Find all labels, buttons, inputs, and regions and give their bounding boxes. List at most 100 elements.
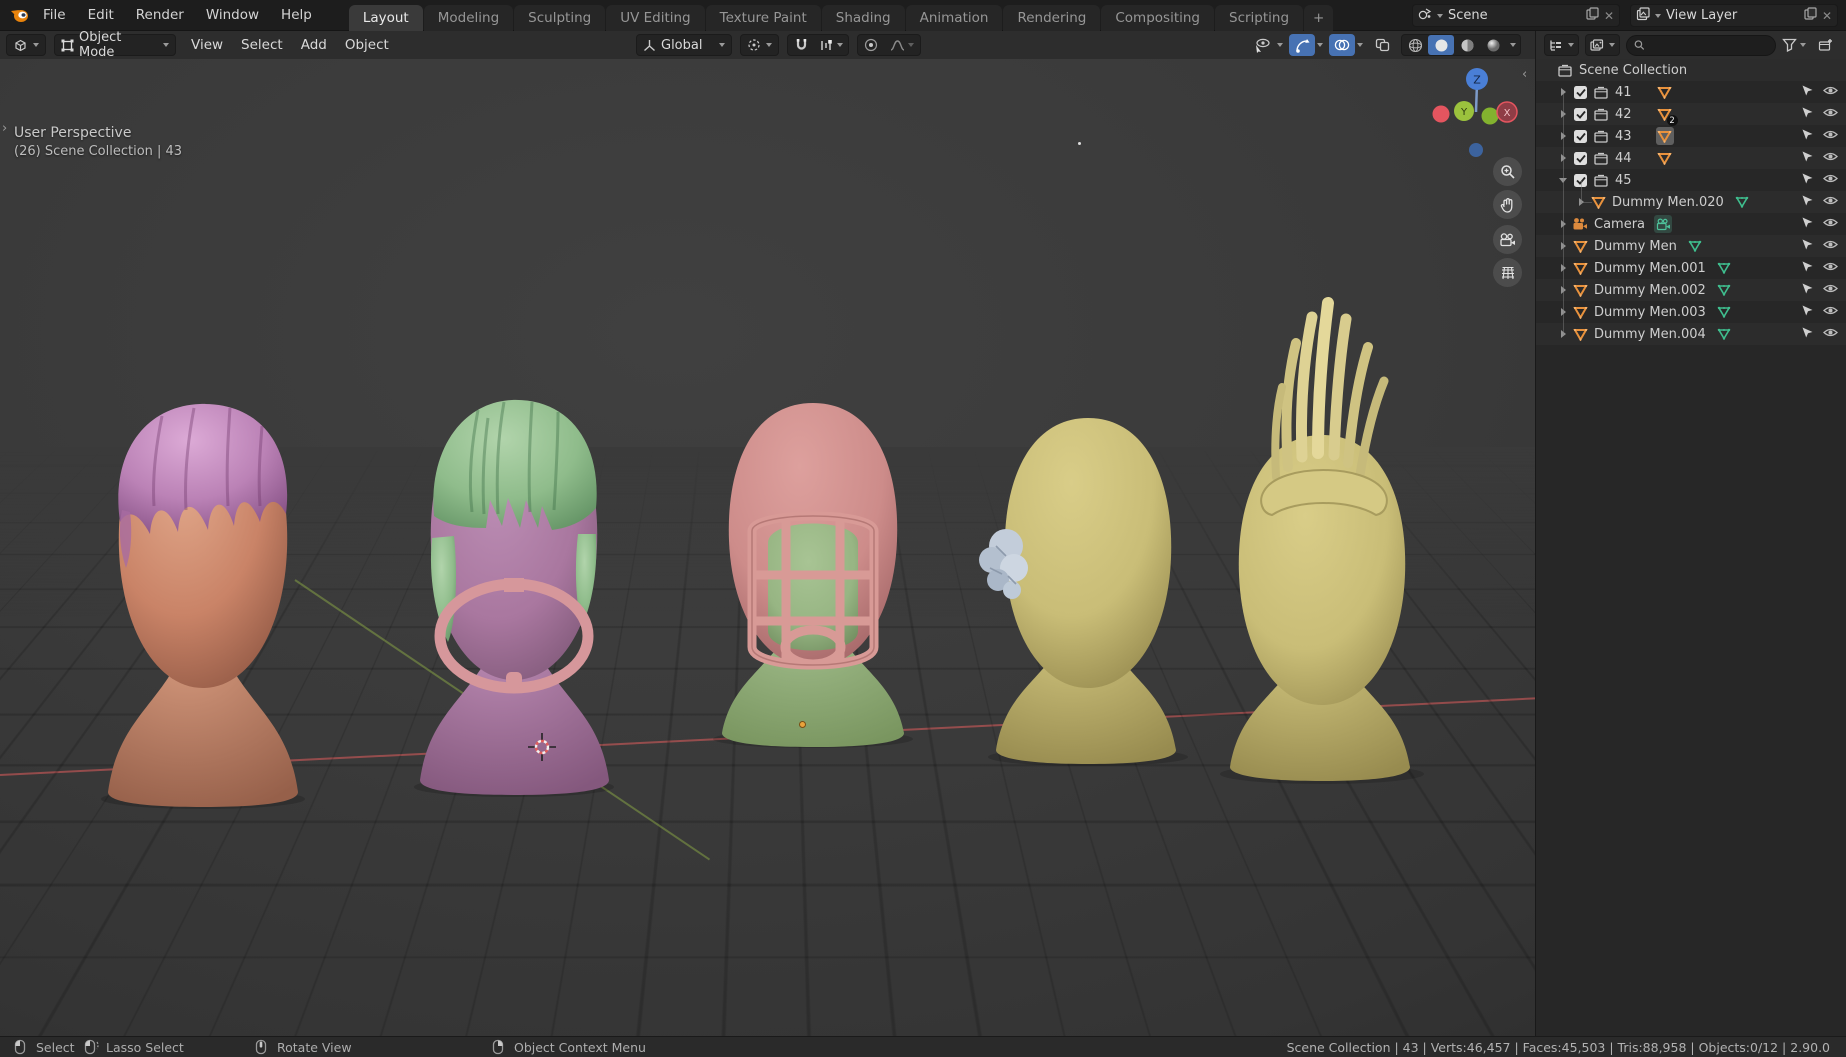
collection-checkbox[interactable]: [1574, 85, 1587, 99]
viewport-zoom-button[interactable]: [1493, 157, 1522, 186]
outliner-row-45[interactable]: 45: [1536, 169, 1846, 191]
tab-texture-paint[interactable]: Texture Paint: [705, 4, 821, 31]
shading-rendered-button[interactable]: [1480, 35, 1506, 55]
outliner-row-dummy-men-003[interactable]: Dummy Men.003: [1536, 301, 1846, 323]
new-view-layer-icon[interactable]: [1804, 7, 1817, 24]
tab-rendering[interactable]: Rendering: [1003, 4, 1101, 31]
outliner-item-label[interactable]: Dummy Men: [1594, 239, 1677, 254]
new-collection-button[interactable]: [1812, 34, 1838, 56]
outliner-item-label[interactable]: Scene Collection: [1579, 63, 1687, 78]
outliner-row-42[interactable]: 42 2: [1536, 103, 1846, 126]
outliner-row-41[interactable]: 41: [1536, 81, 1846, 103]
viewport-ortho-toggle-button[interactable]: [1493, 258, 1522, 287]
selectable-toggle-icon[interactable]: [1801, 106, 1814, 123]
outliner-item-label[interactable]: 42: [1615, 107, 1632, 122]
proportional-edit-toggle[interactable]: [858, 35, 884, 55]
hide-toggle-eye-icon[interactable]: [1823, 173, 1838, 188]
selectable-toggle-icon[interactable]: [1801, 282, 1814, 299]
selectable-toggle-icon[interactable]: [1801, 238, 1814, 255]
outliner-item-label[interactable]: Dummy Men.003: [1594, 305, 1706, 320]
outliner-item-label[interactable]: 44: [1615, 151, 1632, 166]
view-layer-name[interactable]: View Layer: [1666, 8, 1799, 23]
xray-toggle[interactable]: [1369, 34, 1395, 56]
hide-toggle-eye-icon[interactable]: [1823, 217, 1838, 232]
tab-sculpting[interactable]: Sculpting: [514, 4, 606, 31]
hide-toggle-eye-icon[interactable]: [1823, 327, 1838, 342]
viewport-menu-object[interactable]: Object: [336, 37, 398, 53]
outliner-row-dummy-men[interactable]: Dummy Men: [1536, 235, 1846, 257]
tab-shading[interactable]: Shading: [821, 4, 905, 31]
outliner-row-camera[interactable]: Camera: [1536, 213, 1846, 235]
viewport-menu-select[interactable]: Select: [232, 37, 292, 53]
menu-edit[interactable]: Edit: [77, 0, 125, 31]
menu-file[interactable]: File: [32, 0, 77, 31]
tab-modeling[interactable]: Modeling: [423, 4, 514, 31]
tab-animation[interactable]: Animation: [905, 4, 1003, 31]
mode-dropdown[interactable]: Object Mode: [54, 30, 176, 60]
tab-uv-editing[interactable]: UV Editing: [606, 4, 705, 31]
outliner-display-mode-dropdown[interactable]: [1544, 34, 1579, 56]
editor-type-button[interactable]: [6, 34, 46, 56]
hide-toggle-eye-icon[interactable]: [1823, 151, 1838, 166]
hide-toggle-eye-icon[interactable]: [1823, 305, 1838, 320]
selectable-toggle-icon[interactable]: [1801, 216, 1814, 233]
mesh-object-icon[interactable]: [1656, 83, 1674, 101]
mesh-object-icon[interactable]: 2: [1656, 105, 1678, 126]
tab-scripting[interactable]: Scripting: [1215, 4, 1304, 31]
mesh-object-icon[interactable]: [1655, 127, 1674, 145]
menu-render[interactable]: Render: [125, 0, 195, 31]
outliner-row-scene-collection[interactable]: Scene Collection: [1536, 59, 1846, 81]
viewport-object-head-3[interactable]: [690, 395, 940, 750]
show-gizmos-toggle[interactable]: [1289, 34, 1315, 56]
outliner-search-box[interactable]: [1626, 34, 1776, 56]
outliner-row-dummy-men-004[interactable]: Dummy Men.004: [1536, 323, 1846, 345]
selectable-toggle-icon[interactable]: [1801, 128, 1814, 145]
scene-selector[interactable]: Scene ✕: [1412, 4, 1620, 27]
viewport-pan-button[interactable]: [1493, 190, 1522, 219]
hide-toggle-eye-icon[interactable]: [1823, 239, 1838, 254]
outliner-item-label[interactable]: Camera: [1594, 217, 1645, 232]
outliner-row-dummy-men-002[interactable]: Dummy Men.002: [1536, 279, 1846, 301]
menu-help[interactable]: Help: [270, 0, 323, 31]
viewport-object-head-5[interactable]: [1200, 295, 1450, 785]
viewport-camera-button[interactable]: [1493, 225, 1522, 254]
show-overlays-toggle[interactable]: [1329, 34, 1355, 56]
add-workspace-button[interactable]: +: [1304, 4, 1334, 31]
menu-window[interactable]: Window: [195, 0, 270, 31]
hide-toggle-eye-icon[interactable]: [1823, 283, 1838, 298]
outliner-item-label[interactable]: Dummy Men.004: [1594, 327, 1706, 342]
outliner-item-label[interactable]: 43: [1615, 129, 1632, 144]
outliner-filter-id-dropdown[interactable]: [1585, 34, 1620, 56]
selectable-toggle-icon[interactable]: [1801, 326, 1814, 343]
outliner-item-label[interactable]: 41: [1615, 85, 1632, 100]
selectable-toggle-icon[interactable]: [1801, 304, 1814, 321]
viewport-object-head-4[interactable]: [968, 408, 1208, 768]
outliner-filter-dropdown[interactable]: [1782, 38, 1806, 52]
mesh-object-icon[interactable]: [1656, 149, 1674, 167]
outliner-row-43[interactable]: 43: [1536, 125, 1846, 147]
new-scene-icon[interactable]: [1586, 7, 1599, 24]
navigation-gizmo[interactable]: Y X Z: [1420, 61, 1530, 161]
collection-checkbox[interactable]: [1574, 107, 1587, 121]
hide-toggle-eye-icon[interactable]: [1823, 107, 1838, 122]
collection-checkbox[interactable]: [1574, 129, 1587, 143]
snap-target-dropdown[interactable]: [814, 35, 848, 55]
selectable-toggle-icon[interactable]: [1801, 194, 1814, 211]
viewport-object-head-2[interactable]: [392, 388, 637, 798]
shading-wireframe-button[interactable]: [1402, 35, 1428, 55]
scene-name[interactable]: Scene: [1448, 8, 1581, 23]
selectable-toggle-icon[interactable]: [1801, 150, 1814, 167]
remove-view-layer-icon[interactable]: ✕: [1822, 9, 1832, 23]
search-input[interactable]: [1649, 37, 1768, 53]
viewport-menu-view[interactable]: View: [182, 37, 232, 53]
hide-toggle-eye-icon[interactable]: [1823, 195, 1838, 210]
hide-toggle-eye-icon[interactable]: [1823, 261, 1838, 276]
outliner-item-label[interactable]: Dummy Men.001: [1594, 261, 1706, 276]
viewport-object-head-1[interactable]: [78, 390, 328, 810]
outliner-row-44[interactable]: 44: [1536, 147, 1846, 169]
outliner-item-label[interactable]: Dummy Men.020: [1612, 195, 1724, 210]
proportional-falloff-dropdown[interactable]: [884, 35, 920, 55]
selectable-toggle-icon[interactable]: [1801, 260, 1814, 277]
selectable-toggle-icon[interactable]: [1801, 84, 1814, 101]
blender-logo-icon[interactable]: [6, 0, 32, 31]
